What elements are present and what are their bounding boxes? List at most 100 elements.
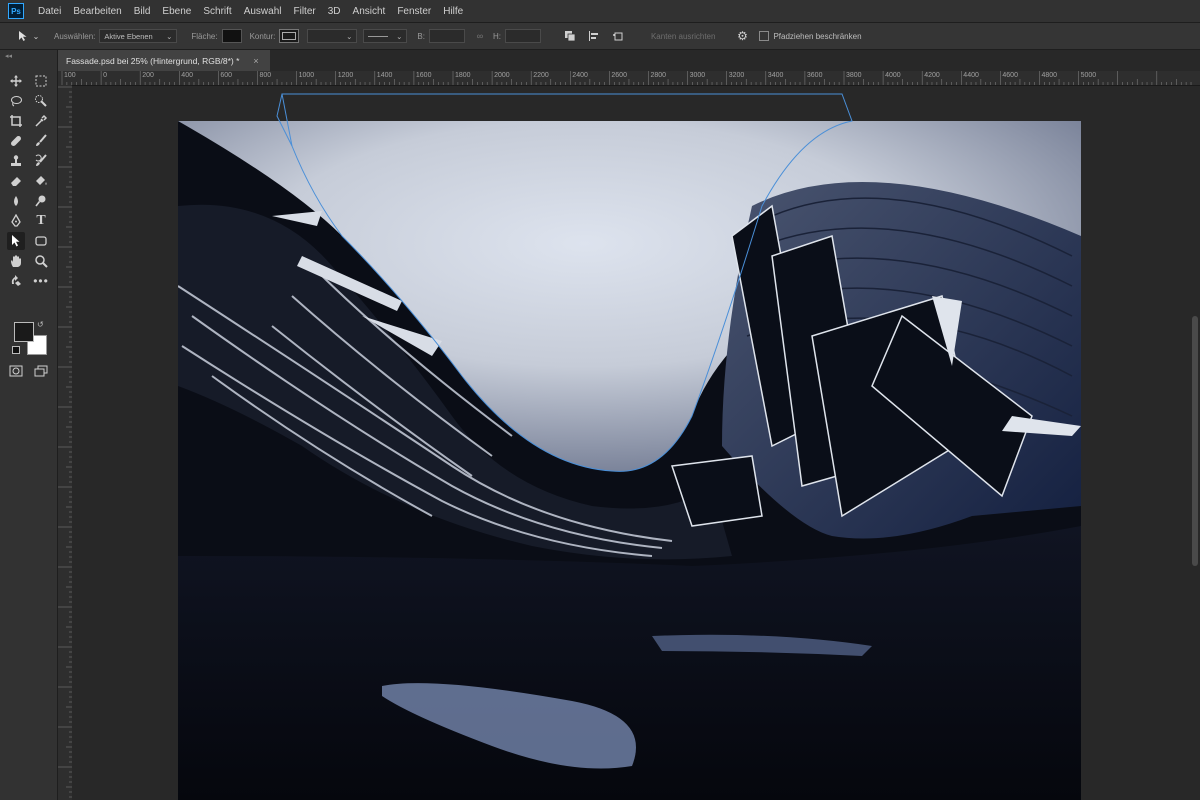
collapse-panel-icon[interactable]: ◂◂ xyxy=(5,52,12,60)
stroke-swatch[interactable] xyxy=(279,29,300,43)
paint-bucket-icon[interactable] xyxy=(32,172,50,190)
menu-bearbeiten[interactable]: Bearbeiten xyxy=(67,6,127,17)
hand-icon[interactable] xyxy=(7,252,25,270)
menu-ebene[interactable]: Ebene xyxy=(156,6,197,17)
width-label: B: xyxy=(417,31,425,41)
ruler-tick-label: 2800 xyxy=(650,72,667,79)
menu-bar: Ps Datei Bearbeiten Bild Ebene Schrift A… xyxy=(0,0,1200,23)
rotate-view-icon[interactable] xyxy=(7,272,25,290)
ruler-tick-label: 600 xyxy=(220,72,233,79)
move-icon[interactable] xyxy=(7,72,25,90)
ruler-tick-label: 2400 xyxy=(572,72,588,79)
quick-mask-icon[interactable] xyxy=(7,362,25,380)
marquee-icon[interactable] xyxy=(32,72,50,90)
chevron-down-icon[interactable]: ⌄ xyxy=(32,29,40,43)
fill-swatch[interactable] xyxy=(221,29,242,43)
chevron-down-icon: ⌄ xyxy=(346,31,353,41)
menu-auswahl[interactable]: Auswahl xyxy=(238,6,288,17)
select-layers-dropdown[interactable]: Aktive Ebenen ⌄ xyxy=(99,29,178,43)
ruler-tick-label: 1000 xyxy=(298,72,315,79)
stroke-line-icon xyxy=(368,35,389,37)
path-select-icon[interactable] xyxy=(7,232,25,250)
tools-panel: ◂◂ T ••• ↺ xyxy=(0,50,58,800)
document-canvas[interactable] xyxy=(72,86,1190,800)
constrain-path-checkbox[interactable] xyxy=(759,31,770,41)
path-select-tool-preset-icon[interactable] xyxy=(16,29,30,43)
stroke-label: Kontur: xyxy=(249,31,276,41)
ruler-tick-label: 800 xyxy=(259,72,272,79)
zoom-icon[interactable] xyxy=(32,252,50,270)
ruler-tick-label: 1400 xyxy=(376,72,393,79)
document-tab-title: Fassade.psd bei 25% (Hintergrund, RGB/8*… xyxy=(66,55,240,66)
ruler-tick-label: 3400 xyxy=(767,72,784,79)
foreground-color-swatch[interactable] xyxy=(14,322,34,342)
constrain-path-label: Pfadziehen beschränken xyxy=(773,31,862,41)
height-field[interactable] xyxy=(504,29,541,43)
ruler-tick-label: 3600 xyxy=(806,72,823,79)
height-label: H: xyxy=(492,31,501,41)
type-icon[interactable]: T xyxy=(32,212,50,230)
blur-icon[interactable] xyxy=(7,192,25,210)
eraser-icon[interactable] xyxy=(7,172,25,190)
chevron-down-icon: ⌄ xyxy=(166,31,173,41)
rectangle-icon[interactable] xyxy=(32,232,50,250)
tab-fassade-document[interactable]: Fassade.psd bei 25% (Hintergrund, RGB/8*… xyxy=(58,50,270,71)
ruler-tick-label: 3000 xyxy=(689,72,706,79)
swap-colors-icon[interactable]: ↺ xyxy=(37,320,44,329)
ruler-tick-label: 2200 xyxy=(533,72,549,79)
menu-ansicht[interactable]: Ansicht xyxy=(347,6,392,17)
select-label: Auswählen: xyxy=(54,31,96,41)
close-icon[interactable]: × xyxy=(253,56,258,66)
photoshop-logo-icon[interactable]: Ps xyxy=(8,3,24,19)
stroke-type-dropdown[interactable]: ⌄ xyxy=(363,29,408,43)
path-alignment-icon[interactable] xyxy=(587,29,601,43)
ruler-tick-label: 4800 xyxy=(1041,72,1058,79)
scrollbar-thumb[interactable] xyxy=(1192,316,1198,566)
history-brush-icon[interactable] xyxy=(32,152,50,170)
dodge-icon[interactable] xyxy=(32,192,50,210)
ruler-tick-label: 200 xyxy=(142,72,154,79)
path-operations-icon[interactable] xyxy=(563,29,577,43)
lasso-icon[interactable] xyxy=(7,92,25,110)
default-colors-icon[interactable] xyxy=(12,346,20,354)
menu-bild[interactable]: Bild xyxy=(128,6,157,17)
menu-filter[interactable]: Filter xyxy=(288,6,322,17)
ruler-ticks xyxy=(58,86,72,798)
ruler-tick-label: 4600 xyxy=(1002,72,1018,79)
path-arrangement-icon[interactable] xyxy=(611,29,625,43)
canvas-area[interactable] xyxy=(72,86,1190,800)
vertical-scrollbar[interactable] xyxy=(1190,86,1200,800)
stroke-width-field[interactable]: ⌄ xyxy=(307,29,358,43)
chevron-down-icon: ⌄ xyxy=(396,31,403,41)
ruler-tick-label: 3200 xyxy=(728,72,745,79)
menu-3d[interactable]: 3D xyxy=(322,6,347,17)
more-icon[interactable]: ••• xyxy=(32,272,50,290)
quick-select-icon[interactable] xyxy=(32,92,50,110)
align-edges-label[interactable]: Kanten ausrichten xyxy=(651,32,716,41)
healing-icon[interactable] xyxy=(7,132,25,150)
eyedropper-icon[interactable] xyxy=(32,112,50,130)
width-field[interactable] xyxy=(428,29,465,43)
menu-hilfe[interactable]: Hilfe xyxy=(437,6,469,17)
ruler-tick-label: 1200 xyxy=(337,72,354,79)
menu-fenster[interactable]: Fenster xyxy=(391,6,437,17)
vertical-ruler[interactable] xyxy=(58,85,73,800)
ruler-tick-label: 4000 xyxy=(885,72,901,79)
ruler-tick-label: 4200 xyxy=(924,72,940,79)
ruler-tick-label: 4400 xyxy=(963,72,979,79)
ruler-tick-label: 100 xyxy=(64,72,76,79)
menu-datei[interactable]: Datei xyxy=(32,6,67,17)
gear-icon[interactable]: ⚙ xyxy=(735,29,749,43)
horizontal-ruler[interactable]: 100 0 200 400 600 800 1000 1200 1400 1600 1800 2000… xyxy=(58,71,1200,86)
screen-mode-icon[interactable] xyxy=(32,362,50,380)
ruler-tick-label: 1800 xyxy=(455,72,471,79)
document-tab-bar: Fassade.psd bei 25% (Hintergrund, RGB/8*… xyxy=(58,50,1200,71)
brush-icon[interactable] xyxy=(32,132,50,150)
clone-stamp-icon[interactable] xyxy=(7,152,25,170)
ruler-tick-label: 3800 xyxy=(846,72,862,79)
crop-icon[interactable] xyxy=(7,112,25,130)
menu-schrift[interactable]: Schrift xyxy=(197,6,237,17)
link-icon[interactable]: ∞ xyxy=(473,29,487,43)
pen-icon[interactable] xyxy=(7,212,25,230)
fill-label: Fläche: xyxy=(191,31,218,41)
